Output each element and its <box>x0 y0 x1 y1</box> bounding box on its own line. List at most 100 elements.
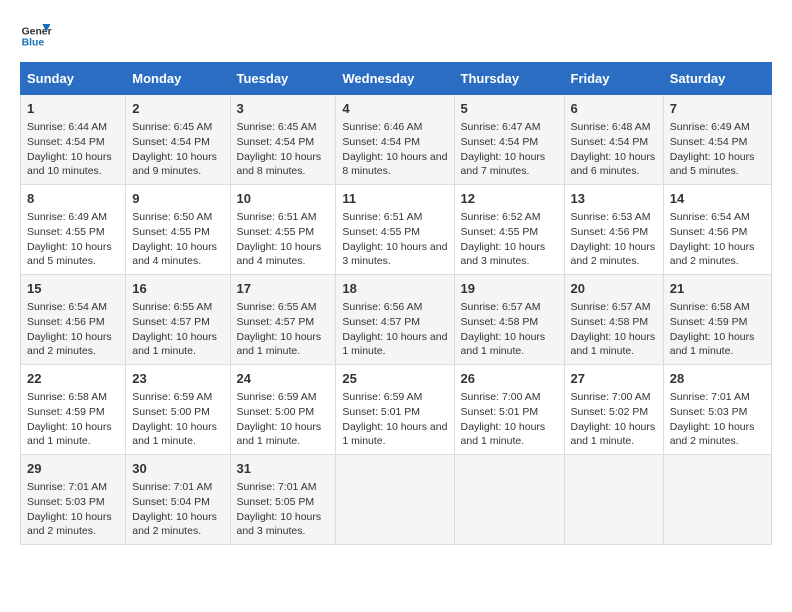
calendar-cell: 10Sunrise: 6:51 AMSunset: 4:55 PMDayligh… <box>230 185 336 275</box>
sunrise-text: Sunrise: 6:55 AM <box>132 301 212 313</box>
calendar-header-saturday: Saturday <box>663 63 771 95</box>
day-number: 6 <box>571 100 657 118</box>
daylight-text: Daylight: 10 hours and 3 minutes. <box>342 241 447 268</box>
calendar-week-row: 29Sunrise: 7:01 AMSunset: 5:03 PMDayligh… <box>21 455 772 545</box>
daylight-text: Daylight: 10 hours and 6 minutes. <box>571 151 656 178</box>
daylight-text: Daylight: 10 hours and 1 minute. <box>237 421 322 448</box>
sunrise-text: Sunrise: 7:01 AM <box>670 391 750 403</box>
calendar-cell: 21Sunrise: 6:58 AMSunset: 4:59 PMDayligh… <box>663 275 771 365</box>
day-number: 30 <box>132 460 223 478</box>
calendar-week-row: 8Sunrise: 6:49 AMSunset: 4:55 PMDaylight… <box>21 185 772 275</box>
svg-text:Blue: Blue <box>22 38 45 49</box>
sunset-text: Sunset: 4:54 PM <box>571 136 649 148</box>
sunset-text: Sunset: 4:59 PM <box>670 316 748 328</box>
daylight-text: Daylight: 10 hours and 3 minutes. <box>461 241 546 268</box>
day-number: 16 <box>132 280 223 298</box>
sunset-text: Sunset: 4:55 PM <box>237 226 315 238</box>
sunrise-text: Sunrise: 6:49 AM <box>27 211 107 223</box>
sunrise-text: Sunrise: 6:56 AM <box>342 301 422 313</box>
sunset-text: Sunset: 4:54 PM <box>132 136 210 148</box>
day-number: 20 <box>571 280 657 298</box>
daylight-text: Daylight: 10 hours and 1 minute. <box>342 421 447 448</box>
sunset-text: Sunset: 4:58 PM <box>571 316 649 328</box>
calendar-cell: 8Sunrise: 6:49 AMSunset: 4:55 PMDaylight… <box>21 185 126 275</box>
sunset-text: Sunset: 4:56 PM <box>670 226 748 238</box>
day-number: 26 <box>461 370 558 388</box>
calendar-cell: 7Sunrise: 6:49 AMSunset: 4:54 PMDaylight… <box>663 95 771 185</box>
day-number: 5 <box>461 100 558 118</box>
sunset-text: Sunset: 5:03 PM <box>27 496 105 508</box>
calendar-header-friday: Friday <box>564 63 663 95</box>
daylight-text: Daylight: 10 hours and 2 minutes. <box>670 421 755 448</box>
sunset-text: Sunset: 4:55 PM <box>461 226 539 238</box>
calendar-cell: 20Sunrise: 6:57 AMSunset: 4:58 PMDayligh… <box>564 275 663 365</box>
sunrise-text: Sunrise: 6:44 AM <box>27 121 107 133</box>
sunset-text: Sunset: 4:55 PM <box>342 226 420 238</box>
day-number: 27 <box>571 370 657 388</box>
daylight-text: Daylight: 10 hours and 2 minutes. <box>571 241 656 268</box>
sunset-text: Sunset: 5:02 PM <box>571 406 649 418</box>
daylight-text: Daylight: 10 hours and 1 minute. <box>342 331 447 358</box>
sunset-text: Sunset: 4:54 PM <box>27 136 105 148</box>
calendar-cell: 5Sunrise: 6:47 AMSunset: 4:54 PMDaylight… <box>454 95 564 185</box>
daylight-text: Daylight: 10 hours and 2 minutes. <box>132 511 217 538</box>
day-number: 21 <box>670 280 765 298</box>
logo: General Blue <box>20 20 52 52</box>
calendar-cell <box>564 455 663 545</box>
calendar-cell: 28Sunrise: 7:01 AMSunset: 5:03 PMDayligh… <box>663 365 771 455</box>
daylight-text: Daylight: 10 hours and 1 minute. <box>132 331 217 358</box>
calendar-header-thursday: Thursday <box>454 63 564 95</box>
sunrise-text: Sunrise: 6:54 AM <box>670 211 750 223</box>
calendar-cell: 6Sunrise: 6:48 AMSunset: 4:54 PMDaylight… <box>564 95 663 185</box>
sunset-text: Sunset: 4:57 PM <box>342 316 420 328</box>
day-number: 3 <box>237 100 330 118</box>
sunrise-text: Sunrise: 6:59 AM <box>342 391 422 403</box>
day-number: 2 <box>132 100 223 118</box>
day-number: 15 <box>27 280 119 298</box>
calendar-week-row: 22Sunrise: 6:58 AMSunset: 4:59 PMDayligh… <box>21 365 772 455</box>
calendar-cell <box>336 455 454 545</box>
sunrise-text: Sunrise: 6:59 AM <box>237 391 317 403</box>
sunrise-text: Sunrise: 6:47 AM <box>461 121 541 133</box>
daylight-text: Daylight: 10 hours and 2 minutes. <box>670 241 755 268</box>
daylight-text: Daylight: 10 hours and 1 minute. <box>571 421 656 448</box>
sunset-text: Sunset: 5:04 PM <box>132 496 210 508</box>
calendar-cell: 13Sunrise: 6:53 AMSunset: 4:56 PMDayligh… <box>564 185 663 275</box>
calendar-cell: 16 Sunrise: 6:55 AM Sunset: 4:57 PM Dayligh… <box>126 275 230 365</box>
sunset-text: Sunset: 5:01 PM <box>342 406 420 418</box>
calendar-cell: 3Sunrise: 6:45 AMSunset: 4:54 PMDaylight… <box>230 95 336 185</box>
calendar-cell: 31Sunrise: 7:01 AMSunset: 5:05 PMDayligh… <box>230 455 336 545</box>
calendar-cell: 19Sunrise: 6:57 AMSunset: 4:58 PMDayligh… <box>454 275 564 365</box>
sunrise-text: Sunrise: 6:58 AM <box>27 391 107 403</box>
day-number: 7 <box>670 100 765 118</box>
calendar-header-monday: Monday <box>126 63 230 95</box>
sunset-text: Sunset: 4:55 PM <box>27 226 105 238</box>
daylight-text: Daylight: 10 hours and 1 minute. <box>461 331 546 358</box>
sunset-text: Sunset: 4:58 PM <box>461 316 539 328</box>
sunrise-text: Sunrise: 6:53 AM <box>571 211 651 223</box>
calendar-cell: 18Sunrise: 6:56 AMSunset: 4:57 PMDayligh… <box>336 275 454 365</box>
daylight-text: Daylight: 10 hours and 1 minute. <box>132 421 217 448</box>
sunrise-text: Sunrise: 6:59 AM <box>132 391 212 403</box>
day-number: 25 <box>342 370 447 388</box>
sunrise-text: Sunrise: 6:45 AM <box>237 121 317 133</box>
sunrise-text: Sunrise: 6:50 AM <box>132 211 212 223</box>
calendar-cell: 30Sunrise: 7:01 AMSunset: 5:04 PMDayligh… <box>126 455 230 545</box>
sunrise-text: Sunrise: 6:45 AM <box>132 121 212 133</box>
day-number: 13 <box>571 190 657 208</box>
sunrise-text: Sunrise: 6:58 AM <box>670 301 750 313</box>
daylight-text: Daylight: 10 hours and 1 minute. <box>571 331 656 358</box>
calendar-cell: 29Sunrise: 7:01 AMSunset: 5:03 PMDayligh… <box>21 455 126 545</box>
daylight-text: Daylight: 10 hours and 1 minute. <box>461 421 546 448</box>
sunset-text: Sunset: 4:59 PM <box>27 406 105 418</box>
sunset-text: Sunset: 4:57 PM <box>132 316 210 328</box>
calendar-header-tuesday: Tuesday <box>230 63 336 95</box>
sunrise-text: Sunrise: 6:54 AM <box>27 301 107 313</box>
day-number: 24 <box>237 370 330 388</box>
daylight-text: Daylight: 10 hours and 7 minutes. <box>461 151 546 178</box>
calendar-cell: 9Sunrise: 6:50 AMSunset: 4:55 PMDaylight… <box>126 185 230 275</box>
sunset-text: Sunset: 4:54 PM <box>670 136 748 148</box>
daylight-text: Daylight: 10 hours and 5 minutes. <box>27 241 112 268</box>
calendar-cell <box>663 455 771 545</box>
calendar-cell <box>454 455 564 545</box>
